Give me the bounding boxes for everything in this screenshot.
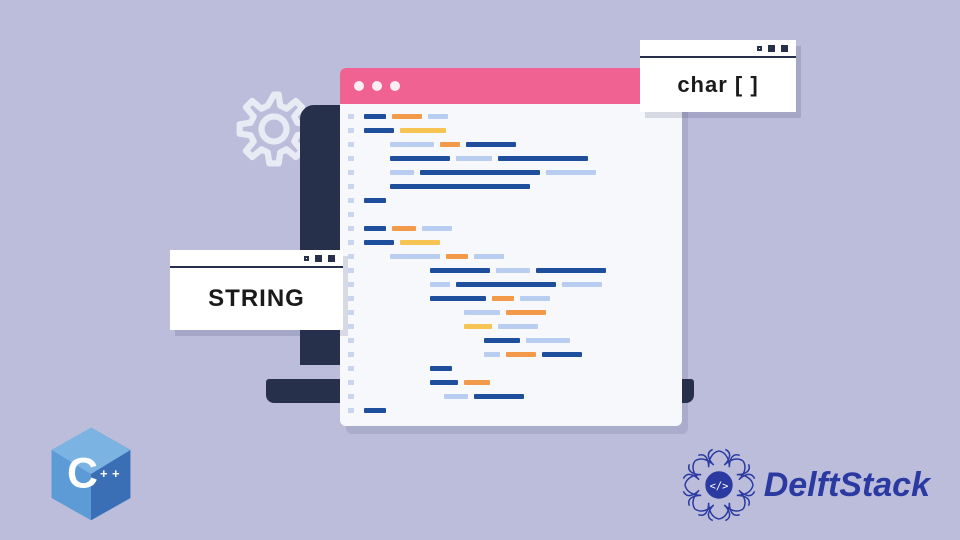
plus-icon: +: [100, 466, 108, 481]
code-line: [364, 296, 672, 301]
delftstack-name: DelftStack: [764, 466, 930, 505]
code-line: [364, 170, 672, 175]
code-line: [364, 142, 672, 147]
mini-window-header: [170, 250, 343, 268]
code-line: [364, 310, 672, 315]
traffic-dot: [372, 81, 382, 91]
code-line: [364, 184, 672, 189]
delftstack-logo: </> DelftStack: [682, 448, 930, 522]
code-lines: [360, 104, 682, 426]
mini-window-header: [640, 40, 796, 58]
traffic-dot: [354, 81, 364, 91]
string-card: STRING: [170, 250, 343, 330]
code-line: [364, 366, 672, 371]
code-line: [364, 198, 672, 203]
code-line: [364, 212, 672, 217]
char-array-card: char [ ]: [640, 40, 796, 112]
code-line: [364, 254, 672, 259]
svg-text:</>: </>: [709, 480, 728, 492]
line-gutter: [340, 104, 360, 426]
code-line: [364, 156, 672, 161]
code-line: [364, 338, 672, 343]
code-line: [364, 324, 672, 329]
code-line: [364, 408, 672, 413]
code-line: [364, 128, 672, 133]
string-label: STRING: [170, 268, 343, 330]
code-line: [364, 240, 672, 245]
code-window: [340, 68, 682, 426]
code-line: [364, 268, 672, 273]
window-titlebar: [340, 68, 682, 104]
svg-text:C: C: [67, 450, 98, 498]
char-array-label: char [ ]: [640, 58, 796, 112]
code-line: [364, 114, 672, 119]
code-line: [364, 380, 672, 385]
code-line: [364, 352, 672, 357]
code-line: [364, 394, 672, 399]
cpp-logo-icon: C + +: [48, 426, 134, 522]
code-line: [364, 282, 672, 287]
delftstack-emblem-icon: </>: [682, 448, 756, 522]
traffic-dot: [390, 81, 400, 91]
code-line: [364, 226, 672, 231]
plus-icon: +: [112, 466, 120, 481]
